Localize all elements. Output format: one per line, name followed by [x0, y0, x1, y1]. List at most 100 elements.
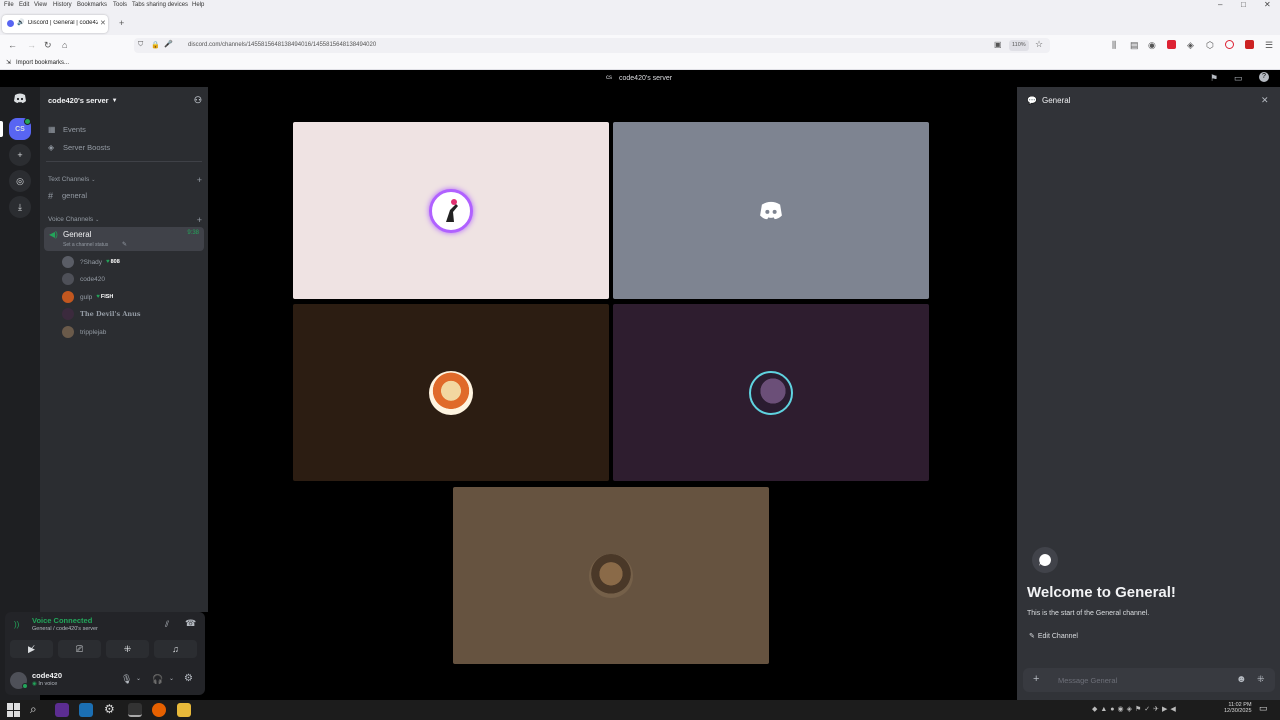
windows-start-icon[interactable]: [7, 703, 21, 717]
maximize-icon[interactable]: □: [1241, 0, 1246, 9]
menu-bookmarks[interactable]: Bookmarks: [77, 2, 107, 8]
add-server-icon[interactable]: +: [9, 144, 31, 166]
category-voice-channels[interactable]: Voice Channels ⌄ +: [48, 212, 202, 227]
app-icon-1[interactable]: [55, 703, 69, 717]
download-icon[interactable]: ⤓: [9, 196, 31, 218]
close-window-icon[interactable]: ✕: [1264, 0, 1271, 9]
settings-gear-icon[interactable]: ⚙: [184, 673, 193, 684]
chevron-down-icon[interactable]: ⌄: [169, 675, 174, 682]
disconnect-icon[interactable]: ☎: [185, 618, 196, 629]
menu-help[interactable]: Help: [192, 2, 204, 8]
search-icon[interactable]: ⌕: [30, 702, 37, 717]
edit-channel-button[interactable]: ✎ Edit Channel: [1029, 629, 1078, 643]
extension-1-icon[interactable]: [1167, 40, 1176, 49]
shield-icon[interactable]: ⛉: [138, 41, 143, 49]
camera-off-button[interactable]: ▶̸: [10, 640, 53, 658]
flag-icon[interactable]: ⚑: [1210, 73, 1218, 84]
notifications-icon[interactable]: ▭: [1259, 703, 1268, 714]
system-tray-icons[interactable]: ◆▲●◉◈⚑✓✈▶◀: [1092, 705, 1179, 713]
avatar: [62, 256, 74, 268]
screen-share-button[interactable]: ⎚: [58, 640, 101, 658]
extension-4-icon[interactable]: [1225, 40, 1234, 49]
chevron-down-icon: ▼: [111, 97, 118, 104]
participant-tile-4[interactable]: [613, 304, 929, 481]
back-icon[interactable]: ←: [8, 41, 17, 50]
lock-icon[interactable]: 🔒: [151, 41, 160, 49]
participant-tile-1[interactable]: [293, 122, 609, 299]
inbox-icon[interactable]: ▭: [1234, 73, 1243, 84]
taskbar-clock[interactable]: 11:02 PM 12/30/2025: [1224, 702, 1252, 714]
sidebar-icon[interactable]: ▤: [1130, 41, 1139, 50]
menu-edit[interactable]: Edit: [19, 2, 29, 8]
channel-status[interactable]: Set a channel status: [63, 242, 108, 248]
menu-tools[interactable]: Tools: [113, 2, 127, 8]
create-channel-icon[interactable]: +: [197, 215, 202, 225]
minimize-icon[interactable]: –: [1218, 0, 1222, 9]
emoji-icon[interactable]: ☻: [1236, 674, 1247, 685]
url-text[interactable]: discord.com/channels/1455815648138494016…: [188, 42, 376, 48]
menu-file[interactable]: File: [4, 2, 14, 8]
pencil-icon[interactable]: ✎: [122, 241, 127, 248]
channel-general-text[interactable]: # general: [48, 188, 202, 203]
extension-3-icon[interactable]: ⬡: [1206, 41, 1214, 50]
voice-member[interactable]: code420: [62, 272, 105, 286]
server-name-header[interactable]: code420's server ▼ ⚇: [48, 93, 202, 108]
file-explorer-icon[interactable]: [177, 703, 191, 717]
clock-date: 12/30/2025: [1224, 708, 1252, 714]
apps-icon[interactable]: ⁜: [1257, 674, 1265, 685]
voice-location[interactable]: General / code420's server: [32, 626, 98, 632]
menu-tabs-sharing[interactable]: Tabs sharing devices: [132, 2, 188, 8]
voice-member[interactable]: ?Shady ♥ 808: [62, 255, 120, 269]
server-glyph-icon: cs: [606, 75, 612, 81]
participant-tile-5[interactable]: [453, 487, 769, 664]
menu-hamburger-icon[interactable]: ☰: [1265, 41, 1273, 50]
category-text-channels[interactable]: Text Channels ⌄ +: [48, 172, 202, 187]
noise-suppression-icon[interactable]: ⫽: [165, 619, 169, 630]
forward-icon[interactable]: →: [27, 41, 36, 50]
app-icon-2[interactable]: [79, 703, 93, 717]
bookmark-star-icon[interactable]: ☆: [1035, 39, 1043, 50]
browser-active-icon[interactable]: [128, 703, 142, 717]
headphones-icon[interactable]: 🎧: [152, 674, 163, 685]
chevron-down-icon[interactable]: ⌄: [136, 675, 141, 682]
home-icon[interactable]: ⌂: [62, 41, 67, 50]
library-icon[interactable]: ⫼: [1112, 41, 1116, 50]
voice-member[interactable]: The Devil's Anus: [62, 307, 141, 321]
settings-icon[interactable]: ⚙: [104, 702, 115, 716]
audio-playing-icon[interactable]: 🔊: [17, 19, 24, 26]
invite-people-icon[interactable]: ⚇: [194, 95, 202, 106]
voice-channel-general[interactable]: ◀) General 9:38 Set a channel status ✎: [44, 227, 204, 251]
add-attachment-icon[interactable]: +: [1033, 673, 1039, 685]
import-bookmarks-link[interactable]: Import bookmarks...: [16, 60, 69, 66]
close-tab-icon[interactable]: ✕: [100, 19, 106, 27]
nav-server-boosts[interactable]: ◈ Server Boosts: [48, 140, 202, 155]
reload-icon[interactable]: ↻: [44, 41, 52, 50]
nav-events[interactable]: ▦ Events: [48, 122, 202, 137]
discord-home-icon[interactable]: [9, 87, 31, 109]
explore-icon[interactable]: ◎: [9, 170, 31, 192]
account-icon[interactable]: ◉: [1148, 41, 1156, 50]
signal-icon[interactable]: )): [14, 620, 19, 629]
voice-member[interactable]: gulp ♥ FISH: [62, 290, 113, 304]
message-input[interactable]: + Message General ☻ ⁜: [1023, 668, 1275, 692]
firefox-icon[interactable]: [152, 703, 166, 717]
menu-history[interactable]: History: [53, 2, 72, 8]
voice-member[interactable]: tripplejab: [62, 325, 106, 339]
browser-tab[interactable]: 🔊 Discord | General | code420's ✕: [2, 15, 108, 33]
reader-view-icon[interactable]: ▣: [994, 40, 1002, 49]
activities-button[interactable]: ⁜: [106, 640, 149, 658]
close-icon[interactable]: ✕: [1261, 95, 1269, 106]
soundboard-button[interactable]: ♫: [154, 640, 197, 658]
participant-tile-2[interactable]: [613, 122, 929, 299]
zoom-level[interactable]: 110%: [1009, 40, 1029, 51]
create-channel-icon[interactable]: +: [197, 175, 202, 185]
help-icon[interactable]: ?: [1259, 72, 1269, 82]
extension-2-icon[interactable]: ◈: [1187, 41, 1194, 50]
extension-5-icon[interactable]: [1245, 40, 1254, 49]
microphone-permission-icon[interactable]: 🎤: [164, 40, 173, 48]
new-tab-icon[interactable]: +: [119, 19, 124, 28]
microphone-icon[interactable]: 🎙: [121, 674, 132, 685]
address-bar[interactable]: ⛉ 🔒 🎤 discord.com/channels/1455815648138…: [134, 38, 1050, 53]
participant-tile-3[interactable]: [293, 304, 609, 481]
menu-view[interactable]: View: [34, 2, 47, 8]
